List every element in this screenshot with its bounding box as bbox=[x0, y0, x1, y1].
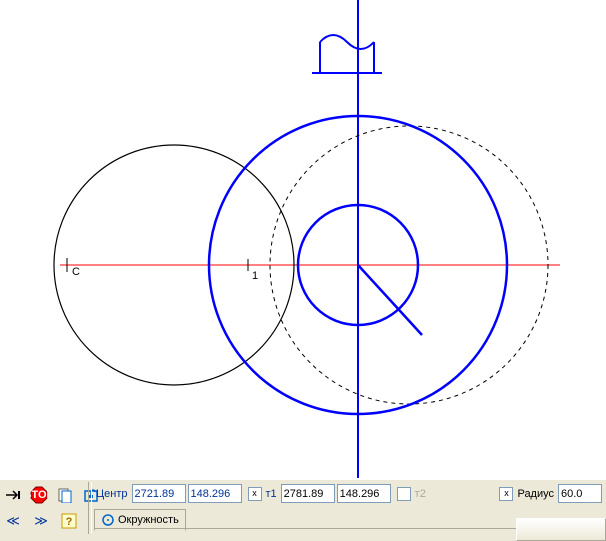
radius-checkbox[interactable]: x bbox=[499, 487, 513, 501]
fields-row: Центр x т1 т2 bbox=[94, 484, 428, 503]
t2-checkbox[interactable] bbox=[397, 487, 411, 501]
drawing-svg: С 1 bbox=[0, 0, 606, 478]
drawing-canvas[interactable]: С 1 bbox=[0, 0, 606, 478]
radius-label: Радиус bbox=[515, 488, 556, 500]
help-icon[interactable]: ? bbox=[58, 510, 80, 532]
interrupt-icon[interactable] bbox=[2, 484, 24, 506]
point-1-label: 1 bbox=[252, 270, 258, 282]
nav-back-icon[interactable]: ≪ bbox=[2, 510, 24, 532]
origin-label: С bbox=[72, 266, 80, 278]
nav-forward-icon[interactable]: ≫ bbox=[30, 510, 52, 532]
radius-group: x Радиус bbox=[495, 484, 602, 503]
panel-icons-row2: ≪ ≫ ? bbox=[2, 510, 80, 532]
center-y-input[interactable] bbox=[188, 484, 242, 503]
stop-icon[interactable]: STOP bbox=[28, 484, 50, 506]
radius-input[interactable] bbox=[558, 484, 602, 503]
circle-tool-icon bbox=[101, 513, 115, 527]
svg-text:STOP: STOP bbox=[30, 489, 48, 501]
t1-label: т1 bbox=[264, 488, 279, 500]
roughness-marker bbox=[312, 35, 382, 73]
panel-icons-row1: STOP bbox=[2, 484, 102, 506]
property-panel: STOP ≪ ≫ ? Центр x т1 т2 x Радиус Окружн… bbox=[0, 478, 606, 541]
corner-button[interactable] bbox=[516, 518, 606, 541]
copy-props-icon[interactable] bbox=[54, 484, 76, 506]
panel-separator bbox=[88, 482, 92, 534]
svg-text:?: ? bbox=[66, 516, 73, 528]
tab-strip: Окружность bbox=[94, 508, 186, 530]
t1-y-input[interactable] bbox=[337, 484, 391, 503]
t1-x-input[interactable] bbox=[281, 484, 335, 503]
t2-label: т2 bbox=[413, 488, 428, 500]
center-label: Центр bbox=[94, 488, 130, 500]
tab-circle-label: Окружность bbox=[118, 514, 179, 526]
center-x-input[interactable] bbox=[132, 484, 186, 503]
t1-checkbox[interactable]: x bbox=[248, 487, 262, 501]
